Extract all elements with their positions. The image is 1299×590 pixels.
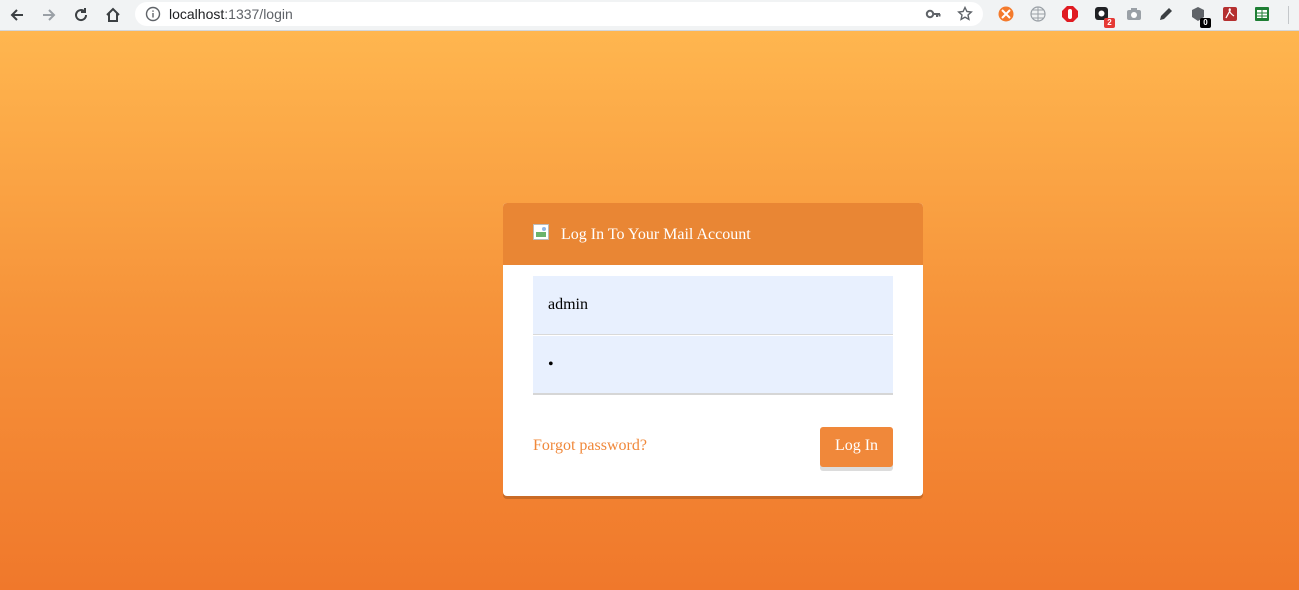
ext-grid-icon[interactable] bbox=[1029, 5, 1047, 23]
reload-icon bbox=[75, 8, 88, 22]
ext-pencil-icon[interactable] bbox=[1157, 5, 1175, 23]
ext-orange-icon[interactable] bbox=[997, 5, 1015, 23]
toolbar-divider bbox=[1288, 6, 1289, 24]
back-arrow-icon bbox=[10, 9, 23, 21]
ext-badge: 2 bbox=[1104, 18, 1115, 28]
back-button[interactable] bbox=[5, 3, 29, 27]
ext-sheet-icon[interactable] bbox=[1253, 5, 1271, 23]
home-icon bbox=[106, 7, 120, 22]
password-field[interactable]: • bbox=[533, 336, 893, 395]
username-field[interactable]: admin bbox=[533, 276, 893, 335]
forgot-password-link[interactable]: Forgot password? bbox=[533, 437, 647, 455]
ext-hand-icon[interactable] bbox=[1061, 5, 1079, 23]
ext-badge: 0 bbox=[1200, 18, 1211, 28]
logo-image-icon bbox=[533, 224, 549, 240]
password-value: • bbox=[548, 356, 554, 373]
ext-box-icon[interactable]: 0 bbox=[1189, 5, 1211, 28]
star-icon[interactable] bbox=[957, 6, 973, 22]
browser-toolbar: localhost:1337/login 2 0 bbox=[0, 0, 1299, 31]
url-host: localhost bbox=[169, 6, 225, 22]
username-value: admin bbox=[548, 296, 588, 313]
forward-button[interactable] bbox=[37, 3, 61, 27]
info-icon[interactable] bbox=[145, 6, 161, 22]
reload-button[interactable] bbox=[69, 3, 93, 27]
login-header: Log In To Your Mail Account bbox=[503, 203, 923, 265]
address-bar[interactable]: localhost:1337/login bbox=[135, 2, 983, 26]
url-path: :1337/login bbox=[224, 6, 293, 22]
ext-dark-icon[interactable]: 2 bbox=[1093, 5, 1115, 28]
forward-arrow-icon bbox=[43, 9, 56, 21]
key-icon[interactable] bbox=[925, 6, 941, 22]
ext-camera-icon[interactable] bbox=[1125, 5, 1143, 23]
ext-pdf-icon[interactable] bbox=[1221, 5, 1239, 23]
page-background: Log In To Your Mail Account admin • Forg… bbox=[0, 31, 1299, 590]
login-button[interactable]: Log In bbox=[820, 427, 893, 467]
home-button[interactable] bbox=[101, 3, 125, 27]
login-card: Log In To Your Mail Account admin • Forg… bbox=[503, 203, 923, 496]
login-title: Log In To Your Mail Account bbox=[561, 226, 751, 243]
url-text: localhost:1337/login bbox=[169, 6, 293, 22]
